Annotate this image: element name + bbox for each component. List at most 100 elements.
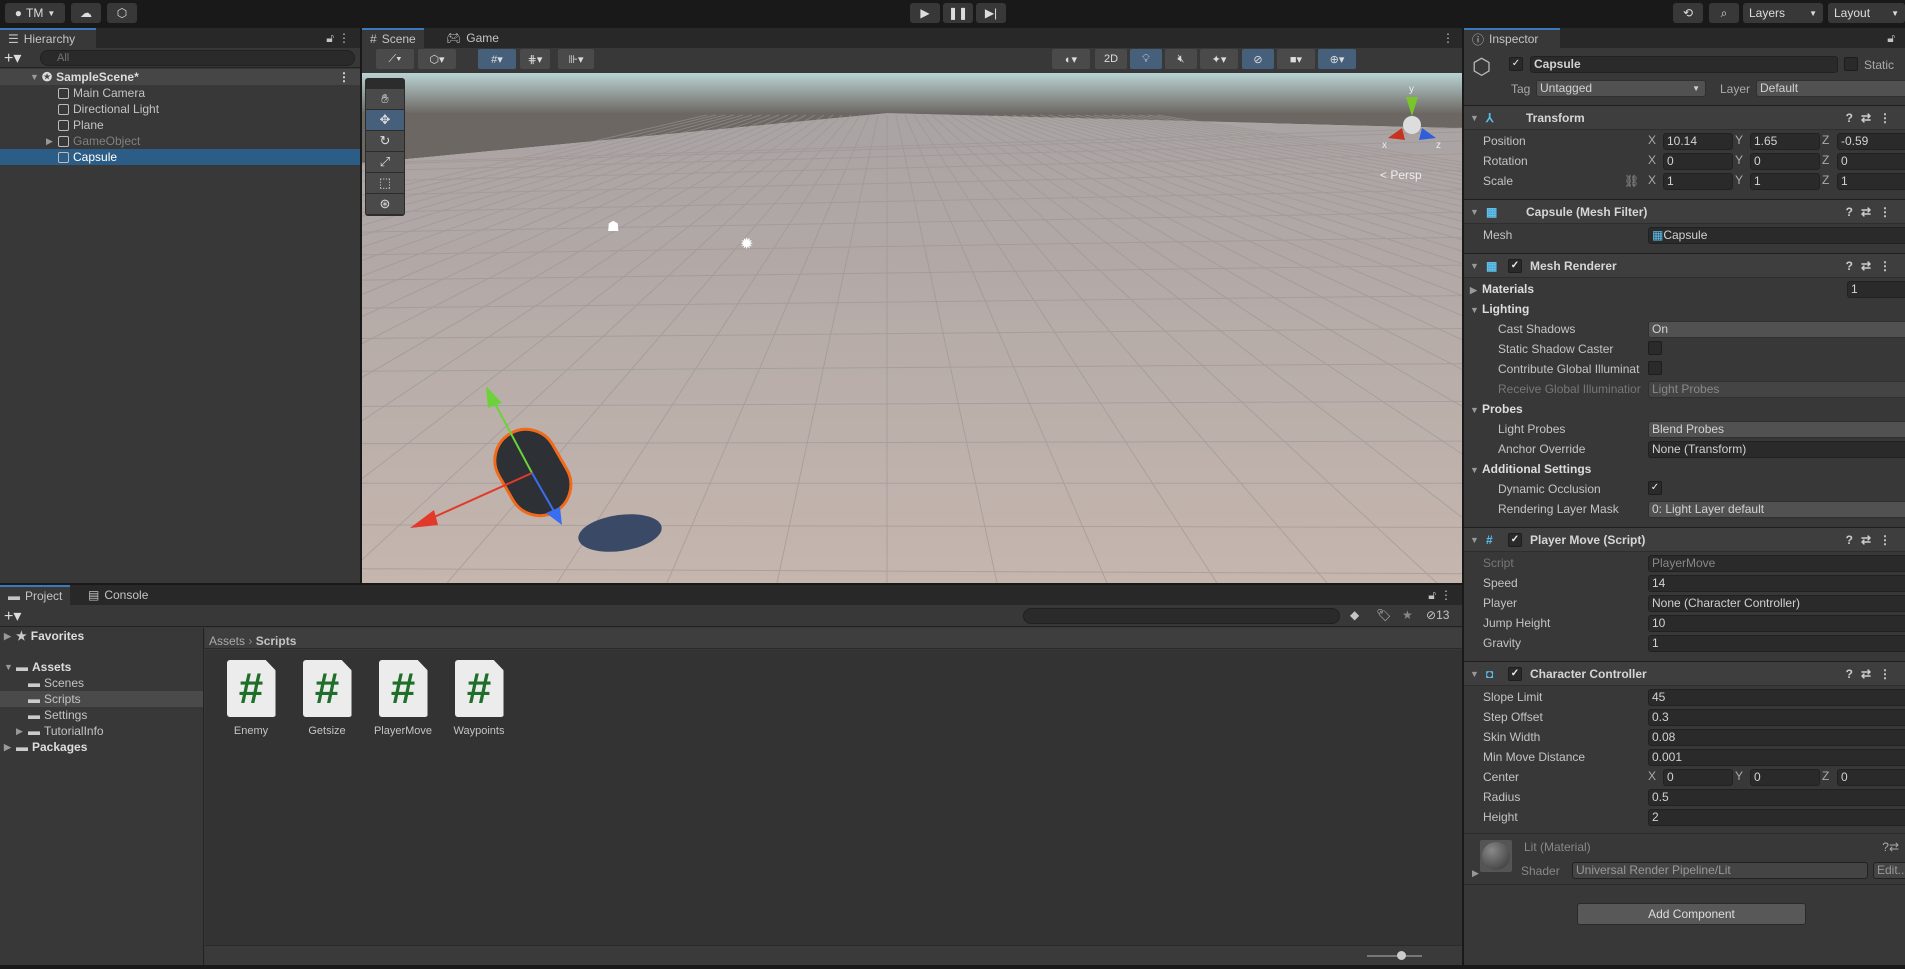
enabled-checkbox[interactable]: ✓ [1508, 532, 1522, 547]
hidden-packages-toggle[interactable]: ⊘13 [1426, 608, 1449, 622]
tab-game[interactable]: 🎮︎ Game [438, 28, 507, 48]
tab-hierarchy[interactable]: ☰ Hierarchy [0, 28, 96, 48]
rect-tool-button[interactable]: ⬚ [366, 173, 404, 193]
foldout-icon[interactable]: ▼ [1470, 535, 1482, 545]
component-actions[interactable]: ?⇄⋮ [1846, 259, 1899, 273]
search-button[interactable]: ⌕ [1709, 3, 1739, 23]
component-actions[interactable]: ?⇄⋮ [1846, 533, 1899, 547]
layout-dropdown[interactable]: Layout ▼ [1828, 3, 1905, 23]
collab-button[interactable]: ⬡ [107, 3, 137, 23]
more-icon[interactable]: ⋮ [338, 31, 350, 45]
visibility-toggle[interactable]: ⊘ [1242, 49, 1274, 69]
play-button[interactable]: ▶ [910, 3, 940, 23]
foldout-icon[interactable]: ▼ [1470, 207, 1482, 217]
rotate-tool-button[interactable]: ↻ [366, 131, 404, 151]
toggle-2d-button[interactable]: 2D [1095, 49, 1127, 69]
property-checkbox[interactable] [1648, 361, 1662, 375]
asset-script[interactable]: # Enemy [221, 660, 281, 737]
enabled-checkbox[interactable]: ✓ [1508, 258, 1522, 273]
property-dropdown[interactable]: Blend Probes [1648, 421, 1905, 438]
scale-tool-button[interactable]: ⤢ [366, 152, 404, 172]
property-input[interactable]: 0.08 [1648, 729, 1905, 746]
property-checkbox[interactable]: ✓ [1648, 481, 1662, 495]
property-input[interactable]: 1 [1648, 635, 1905, 652]
more-icon[interactable]: ⋮ [1442, 31, 1454, 45]
move-tool-button[interactable]: ✥ [366, 110, 404, 130]
project-search-input[interactable] [1023, 608, 1340, 624]
component-actions[interactable]: ?⇄⋮ [1846, 111, 1899, 125]
foldout-icon[interactable]: ▼ [1470, 261, 1482, 271]
tag-dropdown[interactable]: Untagged ▼ [1536, 80, 1706, 97]
component-actions[interactable]: ?⇄⋮ [1846, 205, 1899, 219]
object-name-input[interactable]: Capsule [1530, 56, 1838, 73]
property-input[interactable]: 45 [1648, 689, 1905, 706]
object-field[interactable]: None (Character Controller) [1648, 595, 1905, 612]
scene-viewport[interactable]: ✹ ☗ [362, 73, 1462, 583]
increment-snap-button[interactable]: ⋕▾ [520, 49, 550, 69]
lighting-toggle[interactable]: 💡︎ [1130, 49, 1162, 69]
y-field[interactable]: 1 [1750, 173, 1820, 190]
draw-mode-button[interactable]: ◐▾ [1052, 49, 1090, 69]
hierarchy-item[interactable]: Main Camera [0, 85, 360, 101]
tab-scene[interactable]: # Scene [362, 28, 424, 48]
object-field[interactable]: PlayerMove [1648, 555, 1905, 572]
pivot-rotation-button[interactable]: ⬡▾ [418, 49, 456, 69]
hierarchy-item[interactable]: Plane [0, 117, 360, 133]
gizmos-button[interactable]: ⊕▾ [1318, 49, 1356, 69]
transform-tool-button[interactable]: ⊛ [366, 194, 404, 214]
hierarchy-search-input[interactable] [40, 50, 355, 66]
add-component-button[interactable]: Add Component [1577, 903, 1806, 925]
audio-toggle[interactable]: 🔇︎ [1165, 49, 1197, 69]
project-tree-item[interactable]: ▶ ▬ Packages [0, 739, 203, 755]
ruler-button[interactable]: ⊪▾ [558, 49, 594, 69]
star-icon[interactable]: ★ [1402, 608, 1413, 622]
foldout-icon[interactable]: ▼ [1470, 300, 1482, 320]
project-tree-item[interactable]: ▬ Scenes [0, 675, 203, 691]
hierarchy-item[interactable]: ▶ GameObject [0, 133, 360, 149]
property-input[interactable]: 14 [1648, 575, 1905, 592]
pause-button[interactable]: ❚❚ [943, 3, 973, 23]
z-field[interactable]: 0 [1837, 769, 1905, 786]
hand-tool-button[interactable]: ✋︎ [366, 89, 404, 109]
asset-script[interactable]: # Waypoints [449, 660, 509, 737]
z-field[interactable]: 1 [1837, 173, 1905, 190]
property-dropdown[interactable]: On [1648, 321, 1905, 338]
project-tree-item[interactable]: ▶ ★ Favorites [0, 628, 203, 644]
property-input[interactable]: 0.3 [1648, 709, 1905, 726]
slider-thumb[interactable] [1397, 951, 1406, 960]
expand-arrow-icon[interactable]: ▶ [16, 726, 28, 737]
expand-arrow-icon[interactable]: ▶ [4, 631, 16, 642]
component-header[interactable]: ▼ ◘ ✓ Character Controller ?⇄⋮ [1464, 661, 1905, 686]
expand-arrow-icon[interactable]: ▼ [30, 72, 42, 82]
property-input[interactable]: 2 [1648, 809, 1905, 826]
tab-console[interactable]: ▤ Console [80, 585, 156, 605]
add-button[interactable]: +▾ [4, 606, 21, 626]
hierarchy-item[interactable]: Capsule [0, 149, 360, 165]
material-actions[interactable]: ?⇄ [1882, 840, 1899, 854]
filter-type-icon[interactable]: ◆ [1350, 608, 1359, 622]
foldout-icon[interactable]: ▼ [1470, 460, 1482, 480]
project-tree-item[interactable]: ▶ ▬ TutorialInfo [0, 723, 203, 739]
tool-handle-position-button[interactable]: ⟋▾ [376, 49, 414, 69]
account-button[interactable]: ● TM ▼ [5, 3, 65, 23]
project-tree-item[interactable]: ▬ Settings [0, 707, 203, 723]
property-dropdown[interactable]: 0: Light Layer default [1648, 501, 1905, 518]
mesh-object-field[interactable]: ▦Capsule [1648, 227, 1905, 244]
projection-toggle[interactable]: < Persp [1380, 168, 1422, 182]
asset-script[interactable]: # Getsize [297, 660, 357, 737]
foldout-icon[interactable]: ▶ [1472, 868, 1484, 879]
hierarchy-item[interactable]: Directional Light [0, 101, 360, 117]
property-input[interactable]: 10 [1648, 615, 1905, 632]
expand-arrow-icon[interactable]: ▼ [4, 662, 16, 672]
asset-script[interactable]: # PlayerMove [373, 660, 433, 737]
more-icon[interactable]: ⋮ [338, 70, 350, 84]
breadcrumb-scripts[interactable]: Scripts [256, 634, 297, 648]
component-header[interactable]: ▼ ▦ ✓ Mesh Renderer ?⇄⋮ [1464, 253, 1905, 278]
property-checkbox[interactable] [1648, 341, 1662, 355]
breadcrumb-assets[interactable]: Assets [209, 634, 245, 648]
property-input[interactable]: 0.5 [1648, 789, 1905, 806]
x-field[interactable]: 0 [1663, 769, 1733, 786]
layers-dropdown[interactable]: Layers ▼ [1743, 3, 1823, 23]
camera-button[interactable]: ■▾ [1277, 49, 1315, 69]
constrain-proportions-icon[interactable]: ⛓ [1624, 174, 1639, 188]
